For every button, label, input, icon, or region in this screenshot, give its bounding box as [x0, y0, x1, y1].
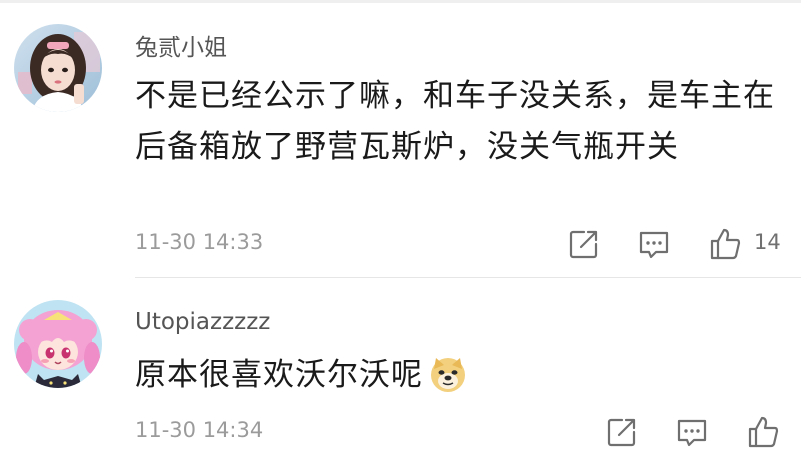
reply-button[interactable]: [675, 415, 709, 449]
comment-meta: 11-30 14:33 14: [0, 227, 801, 261]
comment-text: 不是已经公示了嘛，和车子没关系，是车主在后备箱放了野营瓦斯炉，没关气瓶开关: [135, 71, 775, 173]
share-button[interactable]: [605, 415, 639, 449]
like-icon: [710, 228, 741, 260]
avatar-anime-girl-icon: [14, 300, 102, 388]
comment-text-body: 不是已经公示了嘛，和车子没关系，是车主在后备箱放了野营瓦斯炉，没关气瓶开关: [135, 78, 775, 165]
share-icon: [569, 230, 598, 259]
comment-text: 原本很喜欢沃尔沃呢: [135, 350, 775, 401]
share-icon: [607, 418, 636, 447]
share-button[interactable]: [567, 227, 601, 261]
avatar-girl-photo-icon: [14, 24, 102, 112]
like-icon: [748, 416, 779, 448]
like-count: 14: [754, 230, 781, 254]
doge-emoji-icon: [429, 355, 467, 393]
timestamp: 11-30 14:34: [135, 418, 264, 442]
avatar[interactable]: [14, 300, 102, 388]
username[interactable]: Utopiazzzzz: [135, 309, 270, 335]
comment-meta: 11-30 14:34: [0, 415, 801, 449]
like-button[interactable]: [746, 415, 780, 449]
comment-text-body: 原本很喜欢沃尔沃呢: [135, 357, 423, 393]
reply-icon: [677, 419, 707, 447]
avatar[interactable]: [14, 24, 102, 112]
username[interactable]: 兔贰小姐: [135, 28, 227, 62]
reply-button[interactable]: [637, 227, 671, 261]
like-button[interactable]: [708, 227, 742, 261]
comment-item: 兔贰小姐 不是已经公示了嘛，和车子没关系，是车主在后备箱放了野营瓦斯炉，没关气瓶…: [0, 0, 801, 278]
divider: [135, 277, 801, 278]
comment-item: Utopiazzzzz 原本很喜欢沃尔沃呢 11-30 14:34: [0, 279, 801, 455]
reply-icon: [639, 231, 669, 259]
timestamp: 11-30 14:33: [135, 230, 264, 254]
